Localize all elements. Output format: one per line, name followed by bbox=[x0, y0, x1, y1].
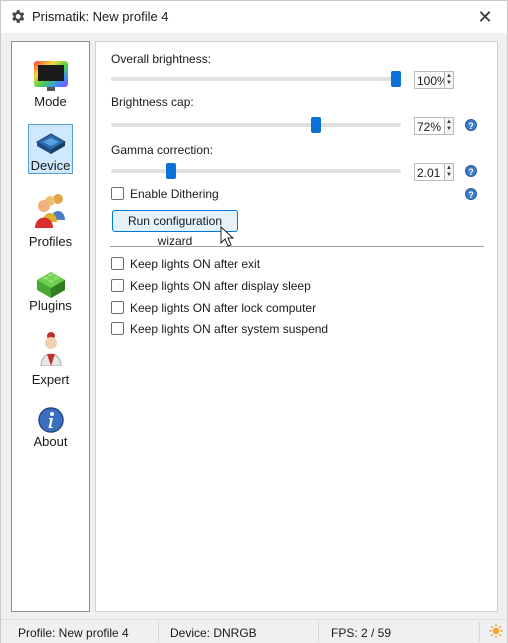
monitor-rainbow-icon bbox=[34, 61, 68, 91]
overall-brightness-label: Overall brightness: bbox=[111, 52, 212, 66]
brightness-cap-spinbox[interactable]: 72% ▲ ▼ bbox=[414, 117, 454, 135]
sidebar-item-device[interactable]: Device bbox=[12, 124, 89, 186]
help-icon[interactable]: ? bbox=[465, 119, 477, 131]
status-device: Device: DNRGB bbox=[170, 626, 257, 640]
brightness-cap-slider[interactable] bbox=[111, 117, 401, 133]
status-bar: Profile: New profile 4 Device: DNRGB FPS… bbox=[1, 619, 507, 643]
gamma-correction-label: Gamma correction: bbox=[111, 143, 214, 157]
spin-arrows[interactable]: ▲ ▼ bbox=[444, 117, 454, 135]
window-title: Prismatik: New profile 4 bbox=[32, 9, 169, 24]
sidebar-item-plugins[interactable]: Plugins bbox=[12, 262, 89, 324]
keep-lights-display-sleep-checkbox[interactable] bbox=[111, 279, 124, 292]
keep-lights-exit-checkbox[interactable] bbox=[111, 257, 124, 270]
status-fps: FPS: 2 / 59 bbox=[331, 626, 392, 640]
keep-lights-exit-label[interactable]: Keep lights ON after exit bbox=[130, 257, 260, 271]
sidebar-item-mode[interactable]: Mode bbox=[12, 54, 89, 116]
status-profile: Profile: New profile 4 bbox=[18, 626, 129, 640]
sidebar-item-profiles[interactable]: Profiles bbox=[12, 192, 89, 254]
keep-lights-display-sleep-label[interactable]: Keep lights ON after display sleep bbox=[130, 279, 311, 293]
device-settings-panel: Overall brightness: 100% ▲ ▼ Brightness c… bbox=[95, 41, 498, 612]
help-icon[interactable]: ? bbox=[465, 188, 477, 200]
sidebar-item-about[interactable]: About bbox=[12, 404, 89, 466]
overall-brightness-thumb[interactable] bbox=[391, 71, 401, 87]
status-divider bbox=[318, 622, 319, 642]
people-icon bbox=[35, 194, 65, 228]
keep-lights-suspend-checkbox[interactable] bbox=[111, 322, 124, 335]
sidebar-nav: Mode Device Profiles Plugins Expert Abou… bbox=[11, 41, 90, 612]
keep-lights-lock-checkbox[interactable] bbox=[111, 301, 124, 314]
lego-brick-icon bbox=[37, 272, 65, 298]
title-bar: Prismatik: New profile 4 ✕ bbox=[1, 1, 507, 33]
status-divider bbox=[158, 622, 159, 642]
close-button[interactable]: ✕ bbox=[463, 1, 507, 33]
expert-person-icon bbox=[40, 332, 62, 366]
sidebar-item-expert[interactable]: Expert bbox=[12, 330, 89, 392]
help-icon[interactable]: ? bbox=[465, 165, 477, 177]
enable-dithering-checkbox[interactable] bbox=[111, 187, 124, 200]
spin-arrows[interactable]: ▲ ▼ bbox=[444, 71, 454, 89]
app-window: Prismatik: New profile 4 ✕ Mode Device P… bbox=[0, 0, 508, 643]
keep-lights-lock-label[interactable]: Keep lights ON after lock computer bbox=[130, 301, 316, 315]
gamma-correction-slider[interactable] bbox=[111, 163, 401, 179]
gamma-correction-thumb[interactable] bbox=[166, 163, 176, 179]
brightness-cap-thumb[interactable] bbox=[311, 117, 321, 133]
sun-icon[interactable] bbox=[489, 624, 503, 638]
gamma-correction-spinbox[interactable]: 2.01 ▲ ▼ bbox=[414, 163, 454, 181]
keep-lights-suspend-label[interactable]: Keep lights ON after system suspend bbox=[130, 322, 328, 336]
overall-brightness-spinbox[interactable]: 100% ▲ ▼ bbox=[414, 71, 454, 89]
status-divider bbox=[479, 622, 480, 642]
brightness-cap-label: Brightness cap: bbox=[111, 95, 194, 109]
enable-dithering-label[interactable]: Enable Dithering bbox=[130, 187, 219, 201]
overall-brightness-slider[interactable] bbox=[111, 71, 401, 87]
info-icon bbox=[38, 407, 64, 433]
mouse-pointer-icon bbox=[220, 226, 235, 247]
spin-arrows[interactable]: ▲ ▼ bbox=[444, 163, 454, 181]
gear-icon bbox=[12, 10, 25, 23]
close-icon: ✕ bbox=[477, 6, 493, 27]
separator bbox=[110, 246, 484, 247]
